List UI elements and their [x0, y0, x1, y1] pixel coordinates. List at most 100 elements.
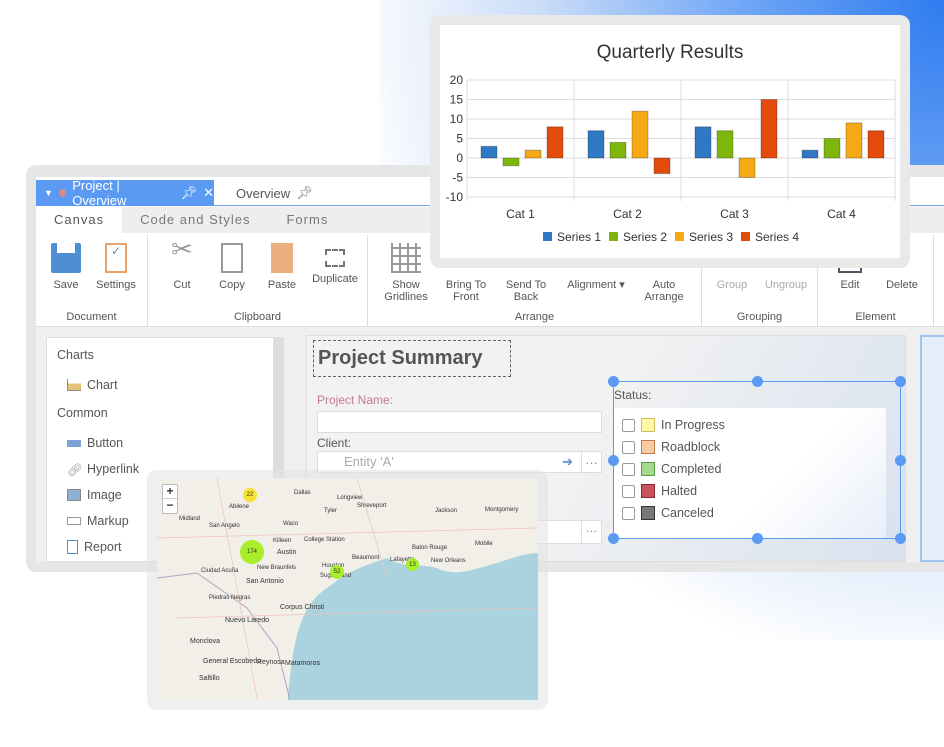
checkbox[interactable]: [622, 484, 635, 498]
browse-button[interactable]: …: [581, 521, 601, 543]
y-tick-label: 15: [450, 93, 464, 107]
checkbox[interactable]: [622, 506, 635, 520]
color-swatch: [641, 506, 655, 520]
status-option-canceled[interactable]: Canceled: [622, 506, 714, 520]
city-label: Matamoros: [285, 660, 321, 667]
checkbox[interactable]: [622, 440, 635, 454]
cut-button[interactable]: ✂ Cut: [154, 234, 210, 291]
settings-button[interactable]: ✓ Settings: [88, 243, 144, 291]
chart-title: Quarterly Results: [597, 42, 744, 63]
city-label: Saltillo: [199, 675, 220, 682]
toolbox-item-markup[interactable]: Markup: [67, 514, 129, 528]
checkbox[interactable]: [622, 418, 635, 432]
marker-cluster[interactable]: 174: [240, 540, 264, 564]
resize-handle[interactable]: [895, 533, 906, 544]
city-label: Abilene: [229, 504, 250, 510]
pin-icon[interactable]: 📌︎: [296, 185, 313, 201]
zoom-out-button[interactable]: −: [163, 499, 177, 513]
status-checkbox-list[interactable]: Status: In Progress Roadblock Completed …: [608, 376, 906, 544]
resize-handle[interactable]: [752, 533, 763, 544]
page-title[interactable]: Project Summary: [313, 340, 511, 377]
legend-swatch: [609, 232, 618, 241]
x-tick-label: Cat 1: [506, 207, 535, 221]
status-option-completed[interactable]: Completed: [622, 462, 721, 476]
city-label: Montgomery: [485, 507, 519, 513]
arrow-right-icon[interactable]: ➔: [562, 454, 573, 470]
image-icon: [67, 489, 81, 501]
legend-entry: Series 2: [623, 230, 667, 244]
pin-icon[interactable]: 📌︎: [181, 185, 198, 201]
y-tick-label: 20: [450, 73, 464, 87]
report-icon: [67, 540, 78, 554]
marker-cluster[interactable]: 13: [406, 558, 419, 571]
resize-handle[interactable]: [608, 376, 619, 387]
save-icon: [51, 243, 81, 273]
city-label: Corpus Christi: [280, 604, 325, 611]
city-label: Mobile: [475, 541, 493, 547]
duplicate-button[interactable]: Duplicate: [304, 243, 366, 285]
marker-cluster[interactable]: 52: [330, 565, 344, 579]
marker-cluster[interactable]: 22: [243, 488, 257, 502]
paste-icon: [271, 243, 293, 273]
resize-handle[interactable]: [895, 376, 906, 387]
resize-handle[interactable]: [608, 455, 619, 466]
city-label: New Braunfels: [257, 565, 297, 571]
city-label: San Antonio: [246, 578, 284, 585]
city-label: Austin: [277, 549, 297, 556]
city-label: Waco: [283, 521, 299, 527]
toolbox-item-report[interactable]: Report: [67, 540, 122, 554]
group-label: Arrange: [514, 311, 555, 323]
checkbox[interactable]: [622, 462, 635, 476]
chart-icon: [67, 379, 81, 391]
paste-button[interactable]: Paste: [254, 243, 310, 291]
section-common: Common: [57, 406, 108, 420]
resize-handle[interactable]: [752, 376, 763, 387]
resize-handle[interactable]: [608, 533, 619, 544]
toolbox-item-hyperlink[interactable]: 🔗︎ Hyperlink: [67, 462, 139, 477]
grid-icon: [391, 243, 421, 273]
dropdown-icon[interactable]: ▼: [44, 188, 53, 198]
city-label: Shreveport: [357, 503, 387, 509]
toolbox-item-button[interactable]: Button: [67, 436, 123, 450]
tab-code-and-styles[interactable]: Code and Styles: [122, 207, 268, 233]
show-gridlines-button[interactable]: Show Gridlines: [378, 243, 434, 303]
city-label: New Orleans: [431, 558, 466, 564]
chart-card: Quarterly Results 20 15 10 5 0 -5 -10 Cat 1 Cat 2…: [430, 15, 910, 268]
toolbox-item-chart[interactable]: Chart: [67, 378, 118, 392]
zoom-in-button[interactable]: +: [163, 485, 177, 499]
legend-entry: Series 4: [755, 230, 799, 244]
status-label: Status:: [614, 388, 652, 402]
bar-series-4: [546, 126, 564, 159]
tab-canvas[interactable]: Canvas: [36, 207, 123, 233]
status-options: In Progress Roadblock Completed Halted C…: [614, 408, 886, 538]
y-tick-label: -10: [446, 190, 464, 204]
close-icon[interactable]: ✕: [203, 185, 214, 201]
city-label: Piedras Negras: [209, 595, 251, 601]
legend-swatch: [675, 232, 684, 241]
client-label: Client:: [317, 436, 352, 450]
legend-swatch: [741, 232, 750, 241]
bar-series-1: [801, 149, 819, 159]
save-button[interactable]: Save: [38, 243, 94, 291]
map-card: + − Dallas Abilene Midland San Angelo Waco Ki…: [147, 470, 548, 710]
tab-forms[interactable]: Forms: [268, 207, 346, 233]
browse-button[interactable]: …: [581, 452, 601, 472]
status-option-in-progress[interactable]: In Progress: [622, 418, 725, 432]
city-label: Killeen: [273, 538, 292, 544]
project-name-input[interactable]: [317, 411, 602, 433]
resize-handle[interactable]: [895, 455, 906, 466]
map[interactable]: + − Dallas Abilene Midland San Angelo Waco Ki…: [157, 478, 538, 700]
legend-swatch: [543, 232, 552, 241]
copy-button[interactable]: Copy: [204, 243, 260, 291]
project-name-label: Project Name:: [317, 393, 394, 407]
tab-project-overview[interactable]: ▼ Project | Overview 📌︎ ✕: [36, 178, 214, 208]
city-label: Longview: [337, 495, 363, 501]
toolbox-item-image[interactable]: Image: [67, 488, 122, 502]
color-swatch: [641, 440, 655, 454]
tab-overview[interactable]: Overview 📌︎: [236, 180, 313, 206]
modified-dot-icon: [58, 189, 67, 197]
city-label: Jackson: [435, 508, 458, 514]
status-option-halted[interactable]: Halted: [622, 484, 697, 498]
status-option-roadblock[interactable]: Roadblock: [622, 440, 720, 454]
scissors-icon: ✂: [171, 234, 193, 264]
